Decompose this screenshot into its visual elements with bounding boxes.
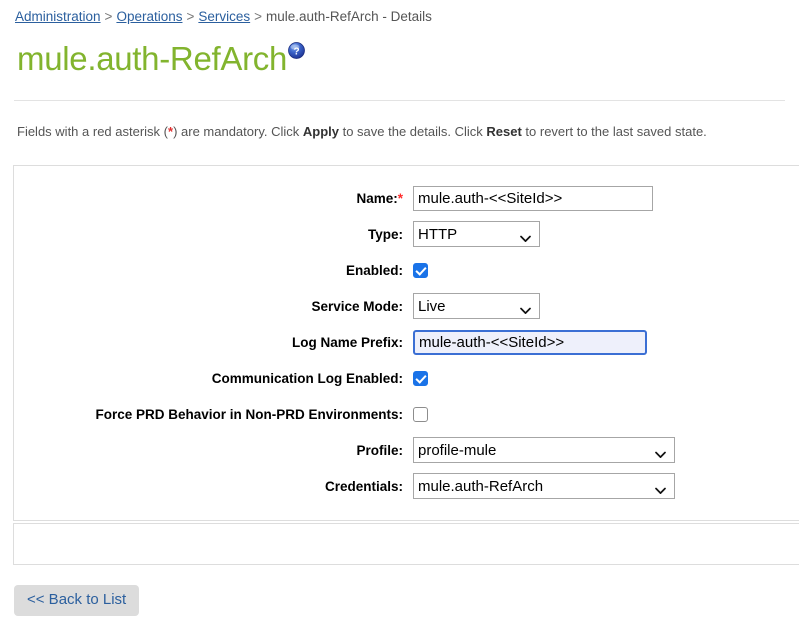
control-service-mode: Live [413,293,540,319]
form-row-log-name-prefix: Log Name Prefix: [14,324,799,360]
form-row-communication-log-enabled: Communication Log Enabled: [14,360,799,396]
breadcrumb-link-operations[interactable]: Operations [116,9,182,24]
label-communication-log-enabled: Communication Log Enabled: [211,370,403,386]
svg-text:?: ? [293,46,299,57]
instructions-text-part4: to revert to the last saved state. [521,124,707,139]
name-input[interactable] [413,185,653,211]
form-row-service-mode: Service Mode: Live [14,288,799,324]
instructions-reset-word: Reset [486,124,522,139]
footer-button-bar: << Back to List [0,565,799,616]
breadcrumb-link-services[interactable]: Services [198,9,250,24]
instructions-text-part3: to save the details. Click [338,124,487,139]
breadcrumb-separator: > [186,9,195,24]
back-to-list-button[interactable]: << Back to List [14,585,140,616]
control-enabled [413,262,428,278]
form-row-enabled: Enabled: [14,252,799,288]
service-mode-select-wrapper: Live [413,293,540,319]
breadcrumb-link-administration[interactable]: Administration [15,9,101,24]
force-prd-behavior-checkbox[interactable] [413,406,428,422]
control-communication-log-enabled [413,370,428,386]
breadcrumb-separator: > [254,9,263,24]
help-question-icon[interactable]: ? [288,42,305,59]
profile-select[interactable]: profile-mule [413,437,675,463]
required-asterisk: * [397,190,403,206]
breadcrumb-separator: > [104,9,113,24]
credentials-select[interactable]: mule.auth-RefArch [413,473,675,499]
form-row-credentials: Credentials: mule.auth-RefArch [14,468,799,504]
instructions-text-part1: Fields with a red asterisk ( [17,124,168,139]
label-name: Name:* [14,191,413,206]
label-name-text: Name: [356,190,398,206]
instructions-text-part2: ) are mandatory. Click [173,124,303,139]
page-header: mule.auth-RefArch ? [0,26,799,78]
profile-select-wrapper: profile-mule [413,437,675,463]
form-row-type: Type: HTTP [14,216,799,252]
control-type: HTTP [413,221,540,247]
label-service-mode: Service Mode: [311,298,403,314]
type-select[interactable]: HTTP [413,221,540,247]
form-actions-panel [13,523,799,565]
label-enabled: Enabled: [345,262,403,278]
label-type: Type: [367,226,403,242]
instructions-apply-word: Apply [302,124,339,139]
service-details-form-panel: Name:* Type: HTTP Enabled: Service Mode: [13,165,799,521]
control-credentials: mule.auth-RefArch [413,473,675,499]
label-credentials: Credentials: [324,478,403,494]
control-name [413,185,653,211]
log-name-prefix-input[interactable] [413,329,647,355]
breadcrumb-current-page: mule.auth-RefArch - Details [266,9,432,24]
communication-log-enabled-checkbox[interactable] [413,370,428,386]
credentials-select-wrapper: mule.auth-RefArch [413,473,675,499]
control-log-name-prefix [413,329,647,355]
form-row-force-prd-behavior: Force PRD Behavior in Non-PRD Environmen… [14,396,799,432]
page-title: mule.auth-RefArch [17,40,288,77]
form-row-profile: Profile: profile-mule [14,432,799,468]
form-instructions: Fields with a red asterisk (*) are manda… [0,101,799,141]
control-force-prd-behavior [413,406,428,422]
control-profile: profile-mule [413,437,675,463]
label-log-name-prefix: Log Name Prefix: [291,334,403,350]
enabled-checkbox[interactable] [413,262,428,278]
service-mode-select[interactable]: Live [413,293,540,319]
form-row-name: Name:* [14,180,799,216]
type-select-wrapper: HTTP [413,221,540,247]
label-profile: Profile: [356,442,403,458]
label-force-prd-behavior: Force PRD Behavior in Non-PRD Environmen… [95,406,403,422]
breadcrumb: Administration > Operations > Services > mule.… [0,0,799,26]
